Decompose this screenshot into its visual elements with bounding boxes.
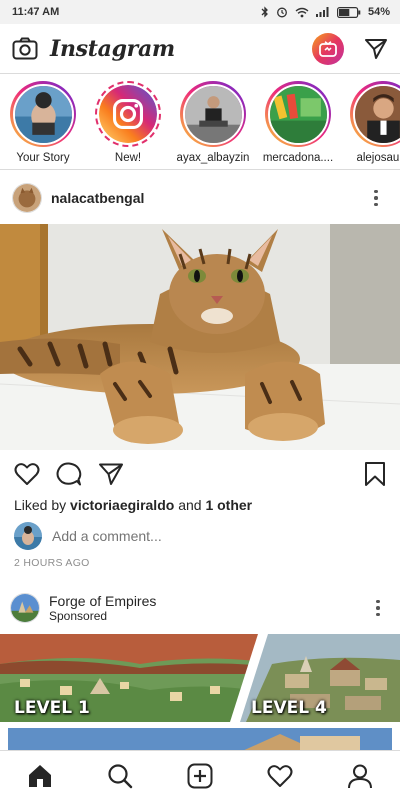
instagram-logo-icon [99,85,157,143]
story-avatar [182,83,244,145]
new-post-icon[interactable] [187,763,213,789]
story-ayax-albayzin[interactable]: ayax_albayzin [177,75,249,169]
comment-row [14,522,352,550]
level-1-label: LEVEL 1 [14,698,90,718]
home-icon[interactable] [27,763,53,789]
sponsor-info: Forge of Empires Sponsored [49,593,366,623]
sponsored-options-icon[interactable] [366,599,390,617]
likes-and: and [178,497,202,513]
my-avatar [14,522,42,550]
liked-by-others[interactable]: 1 other [205,497,252,513]
likes-summary[interactable]: Liked by victoriaegiraldo and 1 other [14,497,252,513]
sponsor-avatar[interactable] [10,593,40,623]
story-alejosaura[interactable]: alejosaura [350,75,400,169]
save-bookmark-icon[interactable] [364,461,386,487]
next-post-preview[interactable] [0,728,400,752]
story-new[interactable]: New! [95,75,161,169]
app-title: Instagram [50,35,175,62]
story-ring [95,81,161,147]
alarm-icon [277,7,287,18]
story-your-story[interactable]: Your Story [10,75,76,169]
story-avatar [99,85,157,143]
camera-icon[interactable] [12,37,38,61]
igtv-icon [319,40,337,57]
post-timestamp: 2 HOURS AGO [14,557,90,569]
battery-percent: 54% [367,6,390,18]
sponsored-image[interactable]: LEVEL 1 LEVEL 4 [0,634,400,722]
post-username[interactable]: nalacatbengal [51,190,364,206]
liked-by-user[interactable]: victoriaegiraldo [70,497,174,513]
like-icon[interactable] [14,462,40,486]
direct-message-icon[interactable] [364,37,388,61]
story-label: Your Story [16,152,70,164]
post-image[interactable] [0,224,400,450]
status-time: 11:47 AM [12,6,60,18]
profile-icon[interactable] [347,763,373,789]
sponsor-name[interactable]: Forge of Empires [49,593,366,609]
igtv-button[interactable] [312,32,344,65]
next-post-artwork [0,728,400,752]
signal-icon [315,7,329,17]
battery-icon [336,6,361,18]
story-label: mercadona.... [262,152,334,164]
story-label: ayax_albayzin [176,152,250,164]
story-ring [10,81,76,147]
app-header: Instagram [0,24,400,74]
story-label: alejosaura [356,152,400,164]
story-ring [265,81,331,147]
stories-tray: Your Story New! ayax_albayzin mercadona.… [0,75,400,170]
story-label: New! [114,152,142,164]
post-actions [0,458,400,490]
wifi-icon [295,7,309,17]
activity-heart-icon[interactable] [267,764,293,788]
story-ring [180,81,246,147]
cat-photo [0,224,400,450]
post-header: nalacatbengal [0,174,400,222]
sponsored-post-header: Forge of Empires Sponsored [0,588,400,628]
share-icon[interactable] [98,462,124,486]
comment-icon[interactable] [56,462,82,486]
level-4-label: LEVEL 4 [251,698,327,718]
system-icons: 54% [261,6,390,18]
story-avatar [352,83,400,145]
add-comment-input[interactable] [52,528,352,544]
story-mercadona[interactable]: mercadona.... [263,75,333,169]
story-ring [350,81,400,147]
likes-prefix: Liked by [14,497,67,513]
status-bar: 11:47 AM 54% [0,0,400,24]
search-icon[interactable] [107,763,133,789]
bottom-nav [0,750,400,800]
sponsored-label: Sponsored [49,609,108,623]
story-avatar [12,83,74,145]
post-author-avatar[interactable] [12,183,42,213]
bluetooth-icon [261,6,268,18]
story-avatar [267,83,329,145]
post-options-icon[interactable] [364,189,388,207]
